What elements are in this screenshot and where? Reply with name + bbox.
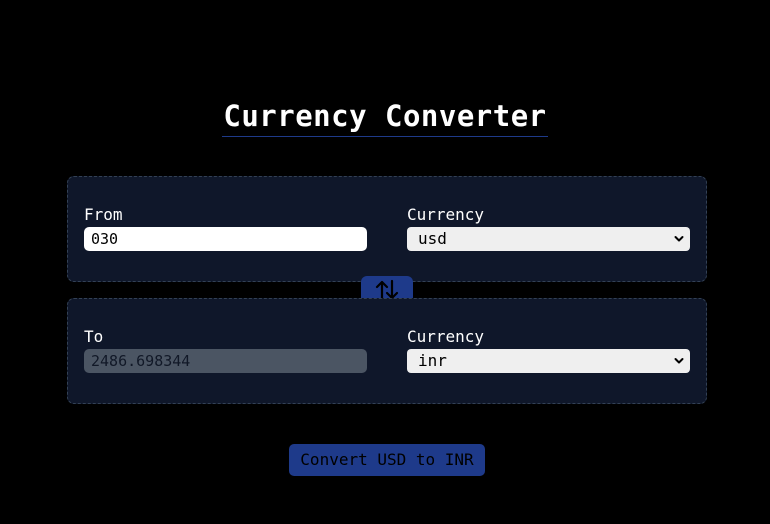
from-currency-select[interactable]: usd bbox=[407, 227, 690, 251]
from-currency-field: Currency usd bbox=[407, 205, 690, 251]
to-currency-select[interactable]: inr bbox=[407, 349, 690, 373]
to-currency-value: inr bbox=[418, 351, 447, 370]
from-amount-input[interactable]: 030 bbox=[84, 227, 367, 251]
page-title-wrapper: Currency Converter bbox=[0, 96, 770, 137]
from-card: From 030 Currency usd bbox=[67, 176, 707, 282]
from-amount-field: From 030 bbox=[84, 205, 367, 251]
page-title: Currency Converter bbox=[222, 98, 548, 137]
from-label: From bbox=[84, 205, 123, 224]
currency-converter-page: Currency Converter From 030 Currency usd… bbox=[0, 0, 770, 524]
convert-button[interactable]: Convert USD to INR bbox=[289, 444, 485, 476]
to-card: To 2486.698344 Currency inr bbox=[67, 298, 707, 404]
to-currency-field: Currency inr bbox=[407, 327, 690, 373]
from-currency-value: usd bbox=[418, 229, 447, 248]
to-label: To bbox=[84, 327, 104, 346]
chevron-down-icon bbox=[674, 358, 684, 364]
to-amount-field: To 2486.698344 bbox=[84, 327, 367, 373]
from-currency-label: Currency bbox=[407, 205, 485, 224]
chevron-down-icon bbox=[674, 236, 684, 242]
to-amount-input: 2486.698344 bbox=[84, 349, 367, 373]
to-currency-label: Currency bbox=[407, 327, 485, 346]
